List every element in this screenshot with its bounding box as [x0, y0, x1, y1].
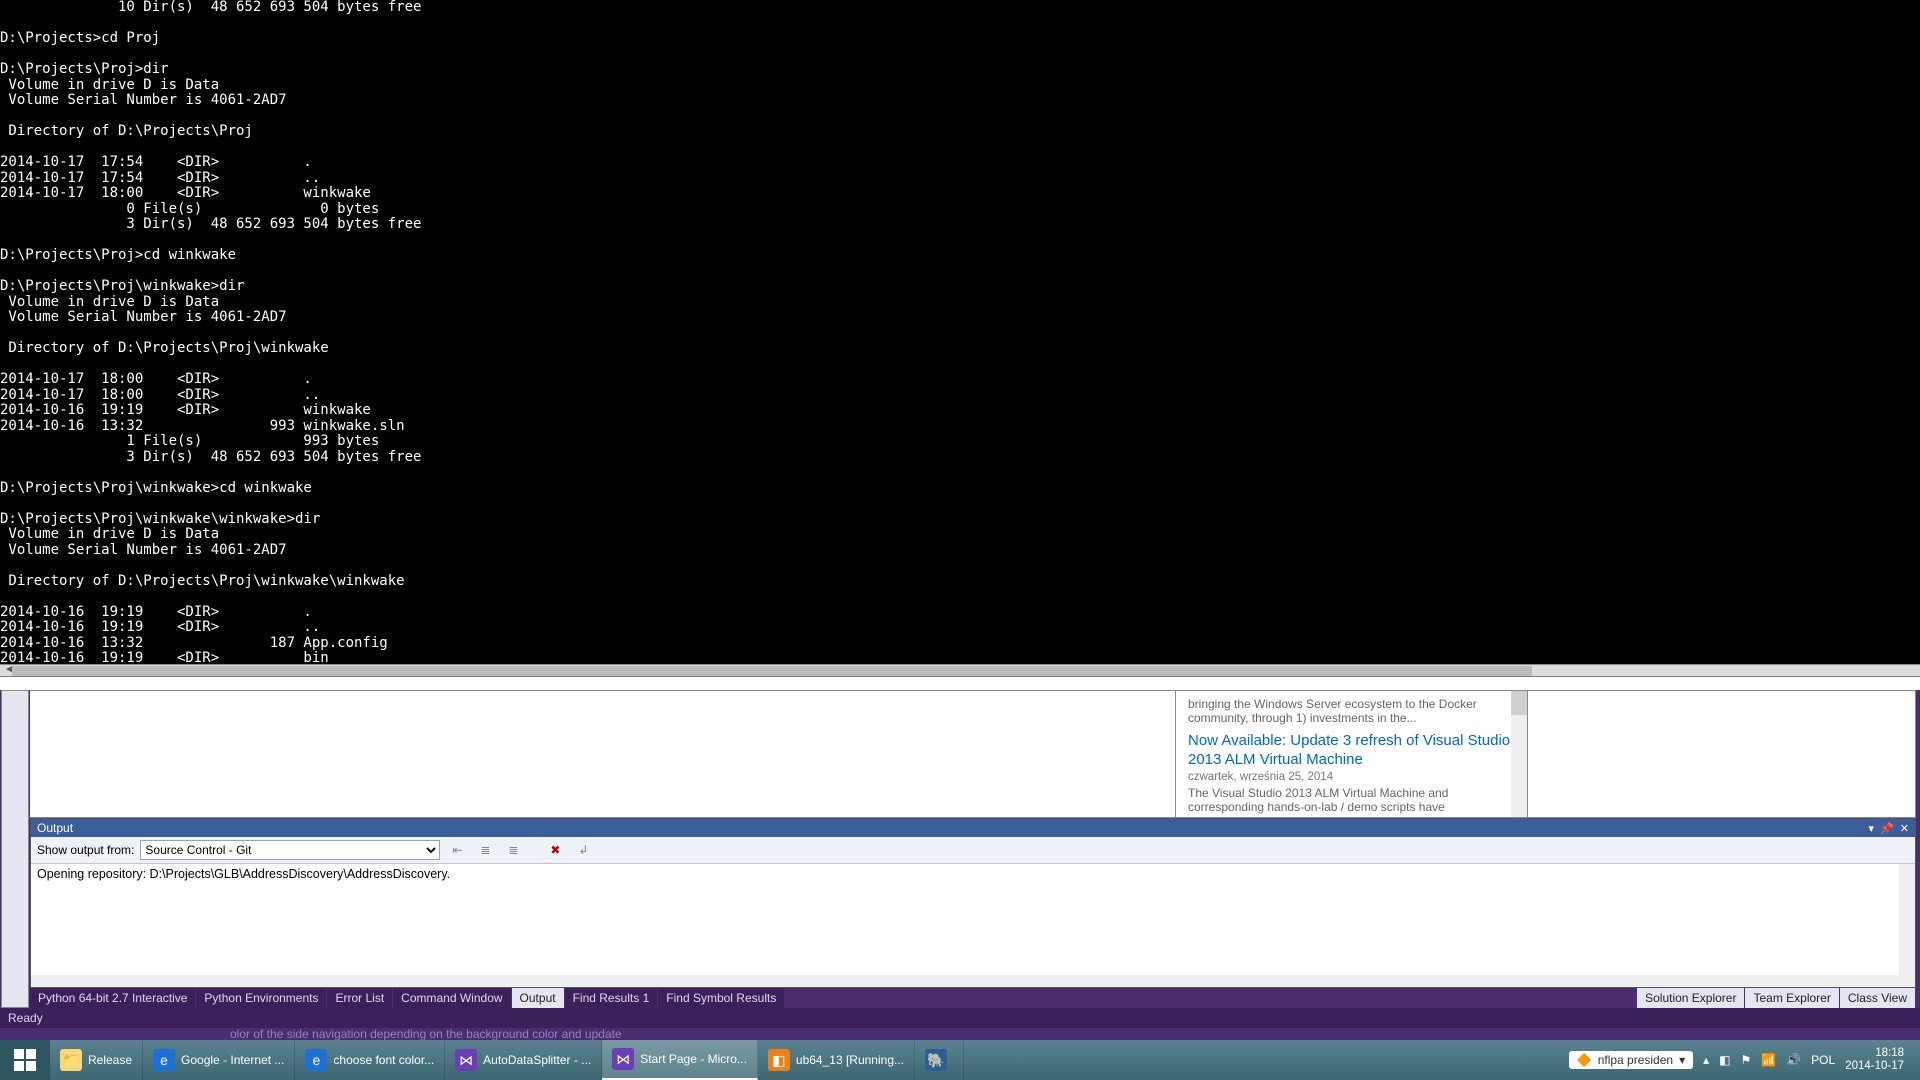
vs-left-gutter[interactable] [1, 690, 29, 1008]
window-gap [0, 676, 1920, 690]
bottom-tab[interactable]: Find Symbol Results [658, 988, 784, 1008]
bottom-tab[interactable]: Output [512, 988, 564, 1008]
windows-logo-icon [14, 1049, 36, 1071]
vs-announcements-panel[interactable]: bringing the Windows Server ecosystem to… [1176, 690, 1528, 818]
tray-icon-1[interactable]: ◧ [1719, 1053, 1730, 1067]
windows-taskbar: 📁 Release e Google - Internet ... e choose fo… [0, 1040, 1920, 1080]
output-panel: Output ▾ 📌 ✕ Show output from: Source Co… [30, 818, 1916, 988]
visual-studio-window: bringing the Windows Server ecosystem to… [0, 690, 1920, 1080]
feed-scrollbar[interactable] [1511, 691, 1527, 817]
vs-right-panel[interactable] [1528, 690, 1916, 818]
output-toolbar: Show output from: Source Control - Git ⇤… [31, 837, 1915, 864]
vs-status-bar: Ready [0, 1008, 1920, 1028]
feed-article-date: czwartek, września 25, 2014 [1188, 771, 1515, 783]
output-hscrollbar[interactable] [31, 975, 1915, 987]
clock-date: 2014-10-17 [1845, 1060, 1904, 1073]
taskbar-item[interactable]: 📁 Release [50, 1040, 143, 1080]
taskbar-item-label: Google - Internet ... [181, 1053, 284, 1067]
system-tray[interactable]: 🔶 nflpa presiden ▾ ▴ ◧ ⚑ 📶 🔊 POL 18:18 2… [1559, 1047, 1920, 1073]
search-flag-icon: 🔶 [1577, 1053, 1592, 1067]
output-titlebar[interactable]: Output ▾ 📌 ✕ [31, 819, 1915, 837]
output-line: Opening repository: D:\Projects\GLB\Addr… [37, 867, 450, 881]
status-text: Ready [8, 1011, 43, 1025]
bottom-tab[interactable]: Python 64-bit 2.7 Interactive [30, 988, 195, 1008]
output-text-area[interactable]: Opening repository: D:\Projects\GLB\Addr… [31, 864, 1915, 975]
side-tab[interactable]: Team Explorer [1745, 988, 1838, 1008]
taskbar-item-icon: e [305, 1049, 327, 1071]
vs-bottom-tabs: Python 64-bit 2.7 InteractivePython Envi… [30, 988, 1916, 1008]
taskbar-item-icon: 🐘 [925, 1049, 947, 1071]
feed-prev-desc: bringing the Windows Server ecosystem to… [1188, 697, 1515, 725]
toolbar-btn-2[interactable]: ≣ [474, 840, 496, 860]
taskbar-item-label: ub64_13 [Running... [796, 1053, 904, 1067]
taskbar-item-icon: 📁 [60, 1049, 82, 1071]
search-text: nflpa presiden [1598, 1053, 1673, 1067]
taskbar-item-label: Start Page - Micro... [640, 1052, 747, 1066]
background-text-fragment: olor of the side navigation depending on… [230, 1027, 622, 1041]
side-tab[interactable]: Class View [1840, 988, 1915, 1008]
vs-start-page-main[interactable] [30, 690, 1176, 818]
search-dropdown-icon[interactable]: ▾ [1679, 1053, 1685, 1067]
taskbar-item[interactable]: 🐘 [915, 1040, 964, 1080]
dropdown-icon[interactable]: ▾ [1869, 822, 1875, 835]
taskbar-item-label: choose font color... [333, 1053, 434, 1067]
tray-lang[interactable]: POL [1811, 1053, 1835, 1067]
clock-time: 18:18 [1845, 1047, 1904, 1060]
taskbar-item-icon: ⋈ [612, 1048, 634, 1070]
show-output-from-select[interactable]: Source Control - Git [140, 840, 440, 860]
taskbar-item[interactable]: e Google - Internet ... [143, 1040, 295, 1080]
taskbar-item-icon: ⋈ [455, 1049, 477, 1071]
taskbar-search[interactable]: 🔶 nflpa presiden ▾ [1569, 1051, 1693, 1069]
feed-article-link[interactable]: Now Available: Update 3 refresh of Visua… [1188, 731, 1515, 769]
terminal-hscrollbar[interactable] [0, 664, 1920, 676]
pin-icon[interactable]: 📌 [1880, 822, 1894, 835]
command-prompt[interactable]: 10 Dir(s) 48 652 693 504 bytes free D:\P… [0, 0, 1920, 664]
taskbar-item-icon: ◧ [768, 1049, 790, 1071]
taskbar-item[interactable]: e choose font color... [295, 1040, 445, 1080]
bottom-tab[interactable]: Command Window [393, 988, 510, 1008]
bottom-tab[interactable]: Python Environments [196, 988, 326, 1008]
start-button[interactable] [0, 1040, 50, 1080]
show-output-from-label: Show output from: [37, 843, 134, 857]
close-icon[interactable]: ✕ [1900, 822, 1909, 835]
taskbar-item-label: Release [88, 1053, 132, 1067]
tray-network-icon[interactable]: 📶 [1761, 1053, 1776, 1067]
taskbar-item[interactable]: ◧ ub64_13 [Running... [758, 1040, 915, 1080]
taskbar-item[interactable]: ⋈ AutoDataSplitter - ... [445, 1040, 602, 1080]
toolbar-btn-1[interactable]: ⇤ [446, 840, 468, 860]
toolbar-btn-3[interactable]: ≣ [502, 840, 524, 860]
bottom-tab[interactable]: Error List [327, 988, 392, 1008]
bottom-tab[interactable]: Find Results 1 [565, 988, 658, 1008]
tray-volume-icon[interactable]: 🔊 [1786, 1053, 1801, 1067]
output-title-text: Output [37, 821, 1863, 835]
taskbar-clock[interactable]: 18:18 2014-10-17 [1845, 1047, 1910, 1073]
output-vscrollbar[interactable] [1899, 864, 1915, 975]
clear-all-icon[interactable]: ✖ [544, 840, 566, 860]
feed-article-desc: The Visual Studio 2013 ALM Virtual Machi… [1188, 786, 1515, 814]
taskbar-item-icon: e [153, 1049, 175, 1071]
side-tab[interactable]: Solution Explorer [1637, 988, 1744, 1008]
toggle-wrap-icon[interactable]: ↲ [572, 840, 594, 860]
tray-flag-icon[interactable]: ⚑ [1740, 1053, 1751, 1067]
taskbar-item[interactable]: ⋈ Start Page - Micro... [602, 1040, 758, 1080]
taskbar-item-label: AutoDataSplitter - ... [483, 1053, 591, 1067]
tray-up-icon[interactable]: ▴ [1703, 1053, 1709, 1067]
